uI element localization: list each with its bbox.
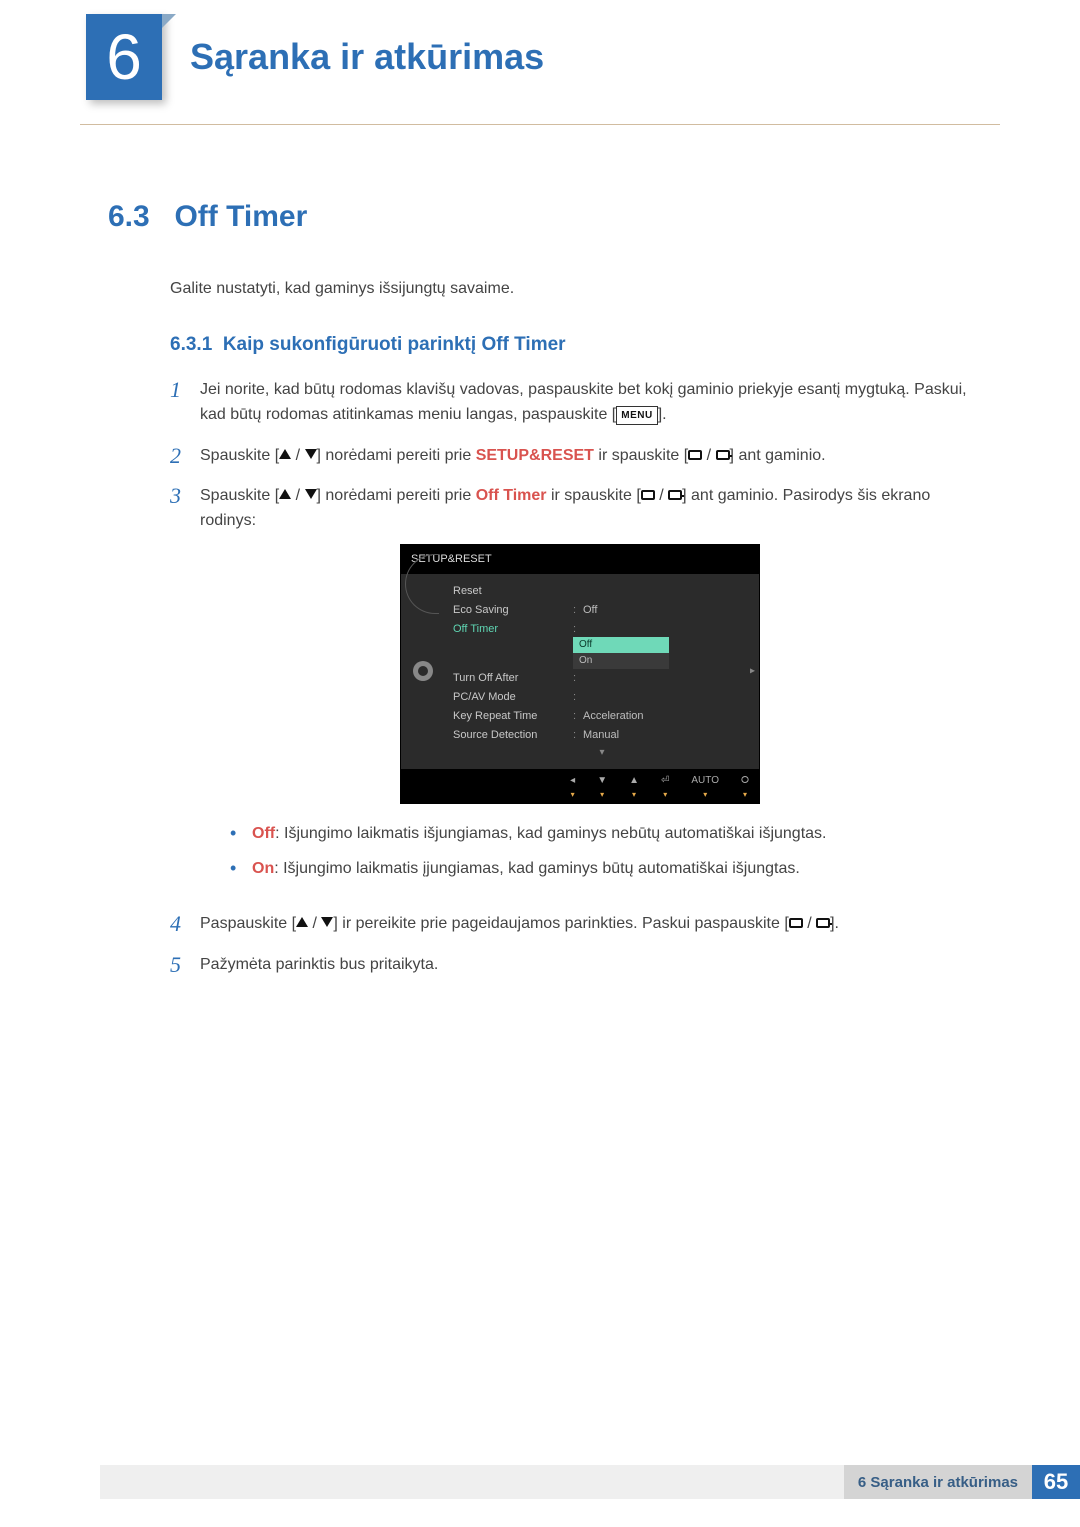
enter-icon bbox=[816, 918, 830, 928]
step-number: 5 bbox=[170, 953, 200, 978]
osd-option-off: Off bbox=[573, 637, 669, 653]
osd-auto-label: AUTO bbox=[691, 773, 719, 789]
setup-reset-label: SETUP&RESET bbox=[476, 447, 594, 464]
subsection-title: Kaip sukonfigūruoti parinktį Off Timer bbox=[223, 334, 566, 355]
osd-more-indicator-icon: ▾ bbox=[445, 745, 759, 761]
steps-list: 1 Jei norite, kad būtų rodomas klavišų v… bbox=[170, 378, 980, 978]
off-timer-label: Off Timer bbox=[476, 487, 547, 504]
step-number: 4 bbox=[170, 912, 200, 937]
up-arrow-icon bbox=[279, 449, 291, 459]
page-header: 6 Sąranka ir atkūrimas bbox=[0, 0, 1080, 130]
step-1-text-b: ]. bbox=[658, 406, 667, 423]
up-arrow-icon bbox=[279, 489, 291, 499]
header-divider bbox=[80, 124, 1000, 125]
osd-footer: ◂▾ ▼▾ ▲▾ ⏎▾ AUTO▾ ⭘▾ bbox=[401, 769, 759, 804]
osd-enter-icon: ⏎ bbox=[661, 773, 669, 789]
chapter-title: Sąranka ir atkūrimas bbox=[190, 36, 544, 78]
osd-title: SETUP&RESET bbox=[401, 545, 759, 574]
up-arrow-icon bbox=[296, 917, 308, 927]
page-footer: 6 Sąranka ir atkūrimas 65 bbox=[100, 1465, 1080, 1499]
step-5: 5 Pažymėta parinktis bus pritaikyta. bbox=[170, 953, 980, 978]
off-label: Off bbox=[252, 825, 275, 842]
step-2-text-a: Spauskite [ bbox=[200, 447, 279, 464]
select-icon bbox=[688, 450, 702, 460]
step-2-text-d: ] ant gaminio. bbox=[730, 447, 826, 464]
step-4: 4 Paspauskite [ / ] ir pereikite prie pa… bbox=[170, 912, 980, 937]
osd-dropdown: Off On bbox=[573, 637, 759, 669]
step-2: 2 Spauskite [ / ] norėdami pereiti prie … bbox=[170, 444, 980, 469]
osd-power-icon: ⭘ bbox=[741, 773, 749, 789]
osd-back-icon: ◂ bbox=[570, 773, 575, 789]
step-1-text-a: Jei norite, kad būtų rodomas klavišų vad… bbox=[200, 381, 967, 423]
page-content: 6.3 Off Timer Galite nustatyti, kad gami… bbox=[0, 130, 1080, 978]
osd-option-on: On bbox=[573, 653, 669, 669]
step-number: 1 bbox=[170, 378, 200, 428]
down-arrow-icon bbox=[321, 917, 333, 927]
footer-page-number: 65 bbox=[1032, 1465, 1080, 1499]
down-arrow-icon bbox=[305, 449, 317, 459]
osd-screenshot: SETUP&RESET Reset Eco Saving:Off Off Tim… bbox=[400, 544, 760, 804]
chapter-number-badge: 6 bbox=[86, 14, 162, 100]
gear-icon bbox=[413, 661, 433, 681]
osd-menu: Reset Eco Saving:Off Off Timer: Off On T… bbox=[445, 574, 759, 769]
on-description: : Išjungimo laikmatis įjungiamas, kad ga… bbox=[274, 860, 800, 877]
osd-up-icon: ▲ bbox=[629, 773, 639, 789]
section-number: 6.3 bbox=[108, 200, 170, 234]
enter-icon bbox=[716, 450, 730, 460]
step-2-text-b: ] norėdami pereiti prie bbox=[317, 447, 476, 464]
osd-row-key-repeat: Key Repeat Time:Acceleration bbox=[445, 707, 759, 726]
footer-chapter-label: 6 Sąranka ir atkūrimas bbox=[844, 1465, 1032, 1499]
select-icon bbox=[789, 918, 803, 928]
step-4-text-a: Paspauskite [ bbox=[200, 915, 296, 932]
step-3-text-c: ir spauskite [ bbox=[547, 487, 641, 504]
osd-down-icon: ▼ bbox=[597, 773, 607, 789]
osd-icon-column bbox=[401, 574, 445, 769]
step-1: 1 Jei norite, kad būtų rodomas klavišų v… bbox=[170, 378, 980, 428]
subsection-heading: 6.3.1 Kaip sukonfigūruoti parinktį Off T… bbox=[170, 334, 980, 356]
off-description: : Išjungimo laikmatis išjungiamas, kad g… bbox=[275, 825, 826, 842]
osd-row-eco-saving: Eco Saving:Off bbox=[445, 601, 759, 620]
step-number: 3 bbox=[170, 484, 200, 896]
osd-row-pc-av-mode: PC/AV Mode: bbox=[445, 688, 759, 707]
on-label: On bbox=[252, 860, 274, 877]
menu-button-icon: MENU bbox=[616, 406, 657, 426]
step-2-text-c: ir spauskite [ bbox=[594, 447, 688, 464]
step-3-text-b: ] norėdami pereiti prie bbox=[317, 487, 476, 504]
section-intro: Galite nustatyti, kad gaminys išsijungtų… bbox=[170, 280, 980, 298]
step-5-text: Pažymėta parinktis bus pritaikyta. bbox=[200, 953, 980, 978]
step-4-text-b: ] ir pereikite prie pageidaujamos parink… bbox=[333, 915, 788, 932]
option-descriptions: Off: Išjungimo laikmatis išjungiamas, ka… bbox=[230, 822, 980, 882]
section-title: Off Timer bbox=[174, 200, 307, 233]
osd-row-reset: Reset bbox=[445, 582, 759, 601]
step-number: 2 bbox=[170, 444, 200, 469]
osd-row-turn-off-after: Turn Off After: bbox=[445, 669, 759, 688]
bullet-off: Off: Išjungimo laikmatis išjungiamas, ka… bbox=[230, 822, 980, 847]
step-3-text-a: Spauskite [ bbox=[200, 487, 279, 504]
enter-icon bbox=[668, 490, 682, 500]
down-arrow-icon bbox=[305, 489, 317, 499]
subsection-number: 6.3.1 bbox=[170, 334, 212, 355]
bullet-on: On: Išjungimo laikmatis įjungiamas, kad … bbox=[230, 857, 980, 882]
select-icon bbox=[641, 490, 655, 500]
osd-row-source-detection: Source Detection:Manual bbox=[445, 726, 759, 745]
section-heading: 6.3 Off Timer bbox=[108, 200, 980, 234]
osd-right-arrow-icon: ▸ bbox=[750, 664, 755, 680]
step-3: 3 Spauskite [ / ] norėdami pereiti prie … bbox=[170, 484, 980, 896]
